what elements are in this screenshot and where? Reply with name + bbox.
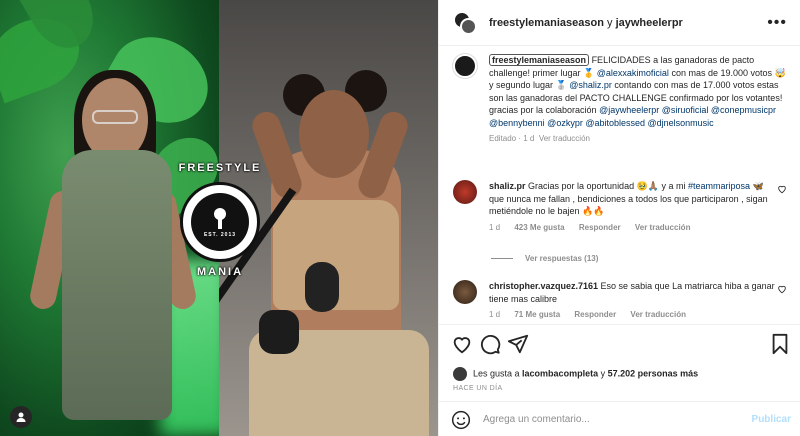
- see-translation-link[interactable]: Ver traducción: [635, 223, 691, 232]
- freestyle-mania-logo: EST. 2013: [180, 182, 260, 262]
- comment-icon[interactable]: [479, 333, 501, 355]
- logo-text-bottom: MANIA: [196, 266, 244, 278]
- edited-label: Editado · 1 d: [489, 134, 535, 143]
- comment-item: shaliz.pr Gracias por la oportunidad 🥹🙏🏽…: [453, 180, 791, 232]
- hashtag-link[interactable]: #teammariposa: [688, 181, 750, 191]
- comment-item: christopher.vazquez.7161 Eso se sabia qu…: [453, 280, 791, 319]
- post-media[interactable]: FREESTYLE EST. 2013 MANIA: [0, 0, 438, 436]
- comment-text: Gracias por la oportunidad 🥹🙏🏽 y a mi: [525, 181, 688, 191]
- collab-title: freestylemaniaseason y jaywheelerpr: [489, 17, 683, 29]
- microphone-icon: [214, 208, 226, 229]
- comment-time: 1 d: [489, 222, 501, 232]
- header-username-1[interactable]: freestylemaniaseason: [489, 17, 604, 29]
- mention-link[interactable]: @shaliz.pr: [569, 80, 612, 90]
- see-translation-link[interactable]: Ver traducción: [630, 310, 686, 319]
- logo-text-top: FREESTYLE: [178, 162, 262, 174]
- mention-link[interactable]: @alexxakimoficial: [597, 68, 669, 78]
- see-translation-link[interactable]: Ver traducción: [539, 134, 590, 143]
- post-header: freestylemaniaseason y jaywheelerpr •••: [439, 0, 800, 46]
- comment-likes[interactable]: 71 Me gusta: [514, 310, 560, 319]
- post-timestamp[interactable]: HACE UN DÍA: [453, 385, 503, 392]
- post-actions: Les gusta a lacombacompleta y 57.202 per…: [439, 324, 800, 436]
- header-connector: y: [607, 16, 613, 29]
- share-icon[interactable]: [507, 333, 529, 355]
- view-replies-button[interactable]: Ver respuestas (13): [491, 254, 598, 263]
- heart-icon[interactable]: [777, 184, 787, 194]
- avatar[interactable]: [453, 280, 477, 304]
- avatar[interactable]: [453, 180, 477, 204]
- comments-scroll-area[interactable]: freestylemaniaseason FELICIDADES a las g…: [439, 46, 800, 324]
- bookmark-icon[interactable]: [769, 333, 791, 355]
- user-tag-icon[interactable]: [10, 406, 32, 428]
- comment-likes[interactable]: 423 Me gusta: [514, 223, 564, 232]
- avatar[interactable]: [453, 54, 477, 78]
- add-comment-bar: Publicar: [439, 401, 800, 436]
- likes-count-link[interactable]: 57.202 personas más: [608, 368, 699, 378]
- comment-time: 1 d: [489, 310, 501, 319]
- likes-summary: Les gusta a lacombacompleta y 57.202 per…: [453, 367, 698, 381]
- header-username-2[interactable]: jaywheelerpr: [616, 17, 683, 29]
- liker-username[interactable]: lacombacompleta: [522, 368, 598, 378]
- post-caption: freestylemaniaseason FELICIDADES a las g…: [453, 54, 791, 143]
- reply-button[interactable]: Responder: [579, 223, 621, 232]
- logo-text-small: EST. 2013: [203, 232, 237, 238]
- likes-mid: y: [598, 368, 608, 379]
- heart-icon[interactable]: [451, 333, 473, 355]
- reply-button[interactable]: Responder: [574, 310, 616, 319]
- caption-username[interactable]: freestylemaniaseason: [489, 54, 590, 66]
- emoji-icon[interactable]: [451, 410, 471, 430]
- comment-username[interactable]: christopher.vazquez.7161: [489, 281, 598, 291]
- likes-prefix: Les gusta a: [473, 368, 523, 379]
- heart-icon[interactable]: [777, 284, 787, 294]
- instagram-post-modal: FREESTYLE EST. 2013 MANIA freestylemania…: [0, 0, 800, 436]
- comment-input[interactable]: [483, 414, 723, 425]
- publish-button[interactable]: Publicar: [752, 414, 791, 425]
- collab-avatars[interactable]: [453, 10, 477, 35]
- comment-username[interactable]: shaliz.pr: [489, 181, 526, 191]
- avatar[interactable]: [453, 367, 467, 381]
- post-panel: freestylemaniaseason y jaywheelerpr ••• …: [438, 0, 800, 436]
- view-replies-label: Ver respuestas (13): [525, 254, 599, 263]
- more-horizontal-icon[interactable]: •••: [767, 14, 787, 32]
